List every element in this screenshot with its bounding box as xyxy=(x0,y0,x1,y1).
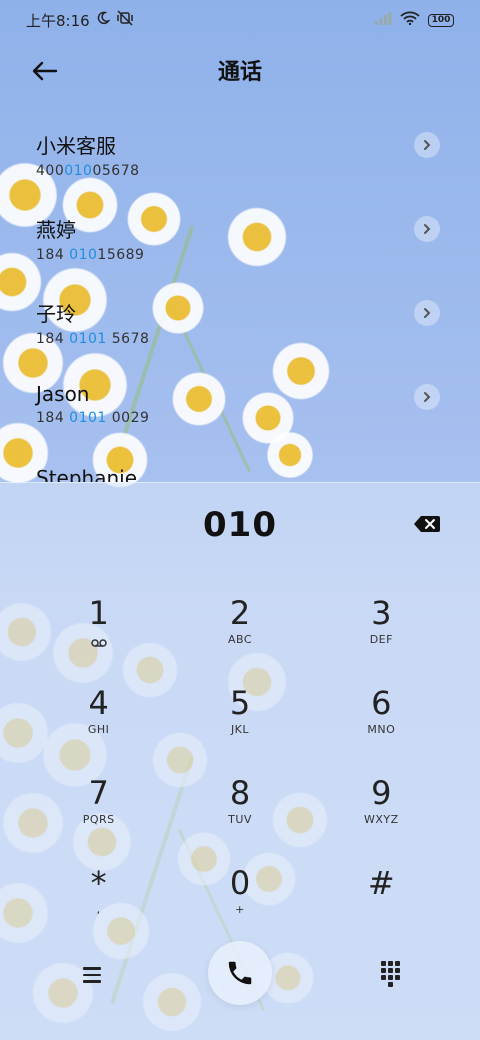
mute-vibrate-icon xyxy=(116,10,134,30)
key-star[interactable]: * , xyxy=(28,863,169,941)
key-1[interactable]: 1 xyxy=(28,593,169,671)
key-4[interactable]: 4 GHI xyxy=(28,683,169,761)
key-digit: 2 xyxy=(229,594,251,632)
contact-row[interactable]: 子玲 184 0101 5678 xyxy=(0,290,480,374)
key-9[interactable]: 9 WXYZ xyxy=(311,773,452,851)
key-letters: ABC xyxy=(227,633,253,646)
contact-detail-button[interactable] xyxy=(414,384,440,410)
key-5[interactable]: 5 JKL xyxy=(169,683,310,761)
backspace-icon xyxy=(414,516,440,532)
wifi-icon xyxy=(400,11,420,29)
contact-number: 40001005678 xyxy=(36,163,140,179)
key-0[interactable]: 0 + xyxy=(169,863,310,941)
key-digit: 5 xyxy=(229,684,251,722)
contact-name: 小米客服 xyxy=(36,134,116,158)
key-digit: # xyxy=(367,864,395,902)
contact-detail-button[interactable] xyxy=(414,132,440,158)
key-digit: 8 xyxy=(229,774,251,812)
call-button[interactable] xyxy=(208,941,272,1005)
key-3[interactable]: 3 DEF xyxy=(311,593,452,671)
contact-number: 184 0101 0029 xyxy=(36,410,150,426)
dialer-bottom-bar xyxy=(0,941,480,1011)
back-button[interactable] xyxy=(28,54,62,88)
dialpad-toggle-button[interactable] xyxy=(377,959,403,989)
key-letters: , xyxy=(96,903,101,916)
key-letters: + xyxy=(235,903,245,916)
contact-name: Jason xyxy=(36,382,90,406)
key-letters: GHI xyxy=(87,723,110,736)
key-7[interactable]: 7 PQRS xyxy=(28,773,169,851)
page-title: 通话 xyxy=(217,60,262,85)
battery-icon: 100 xyxy=(428,13,454,27)
dialed-number[interactable]: 010 xyxy=(0,505,480,545)
contact-name: 子玲 xyxy=(36,302,76,326)
contact-row[interactable]: 小米客服 40001005678 xyxy=(0,122,480,206)
key-letters: JKL xyxy=(230,723,250,736)
voicemail-icon xyxy=(90,633,107,652)
key-letters: PQRS xyxy=(82,813,115,826)
contact-row[interactable]: Stephanie xyxy=(0,458,480,482)
key-letters: TUV xyxy=(228,813,252,826)
contact-name: Stephanie xyxy=(36,466,138,482)
key-digit: 3 xyxy=(371,594,392,632)
key-6[interactable]: 6 MNO xyxy=(311,683,452,761)
status-bar: 上午8:16 100 xyxy=(0,0,480,40)
status-time: 上午8:16 xyxy=(26,11,90,30)
moon-icon xyxy=(96,11,111,29)
chevron-right-icon xyxy=(424,308,431,318)
key-digit: 4 xyxy=(88,684,109,722)
backspace-button[interactable] xyxy=(412,513,442,535)
contact-row[interactable]: 燕婷 184 01015689 xyxy=(0,206,480,290)
key-letters: WXYZ xyxy=(363,813,399,826)
key-digit: 7 xyxy=(88,774,109,812)
phone-icon xyxy=(228,961,252,985)
contact-number: 184 01015689 xyxy=(36,247,145,263)
contact-detail-button[interactable] xyxy=(414,300,440,326)
key-digit: 1 xyxy=(88,594,109,632)
contact-detail-button[interactable] xyxy=(414,216,440,242)
dialer-panel: 010 1 2 ABC 3 DEF 4 GHI 5 JKL 6 MNO 7 PQ… xyxy=(0,482,480,1040)
contact-number: 184 0101 5678 xyxy=(36,331,150,347)
keypad: 1 2 ABC 3 DEF 4 GHI 5 JKL 6 MNO 7 PQRS 8 xyxy=(28,593,452,941)
chevron-right-icon xyxy=(424,140,431,150)
key-digit: 0 xyxy=(229,864,251,902)
key-digit: 9 xyxy=(371,774,392,812)
menu-button[interactable] xyxy=(78,961,106,989)
key-letters: DEF xyxy=(369,633,393,646)
chevron-right-icon xyxy=(424,224,431,234)
key-hash[interactable]: # xyxy=(311,863,452,941)
key-8[interactable]: 8 TUV xyxy=(169,773,310,851)
chevron-right-icon xyxy=(424,392,431,402)
key-digit: 6 xyxy=(371,684,392,722)
key-2[interactable]: 2 ABC xyxy=(169,593,310,671)
contact-suggestions-list: 小米客服 40001005678 燕婷 184 01015689 子玲 184 … xyxy=(0,122,480,482)
contact-name: 燕婷 xyxy=(36,218,76,242)
signal-icon xyxy=(374,11,392,29)
key-letters: MNO xyxy=(367,723,396,736)
contact-row[interactable]: Jason 184 0101 0029 xyxy=(0,374,480,458)
key-digit: * xyxy=(90,864,107,902)
arrow-left-icon xyxy=(32,61,58,81)
header: 通话 xyxy=(0,48,480,92)
